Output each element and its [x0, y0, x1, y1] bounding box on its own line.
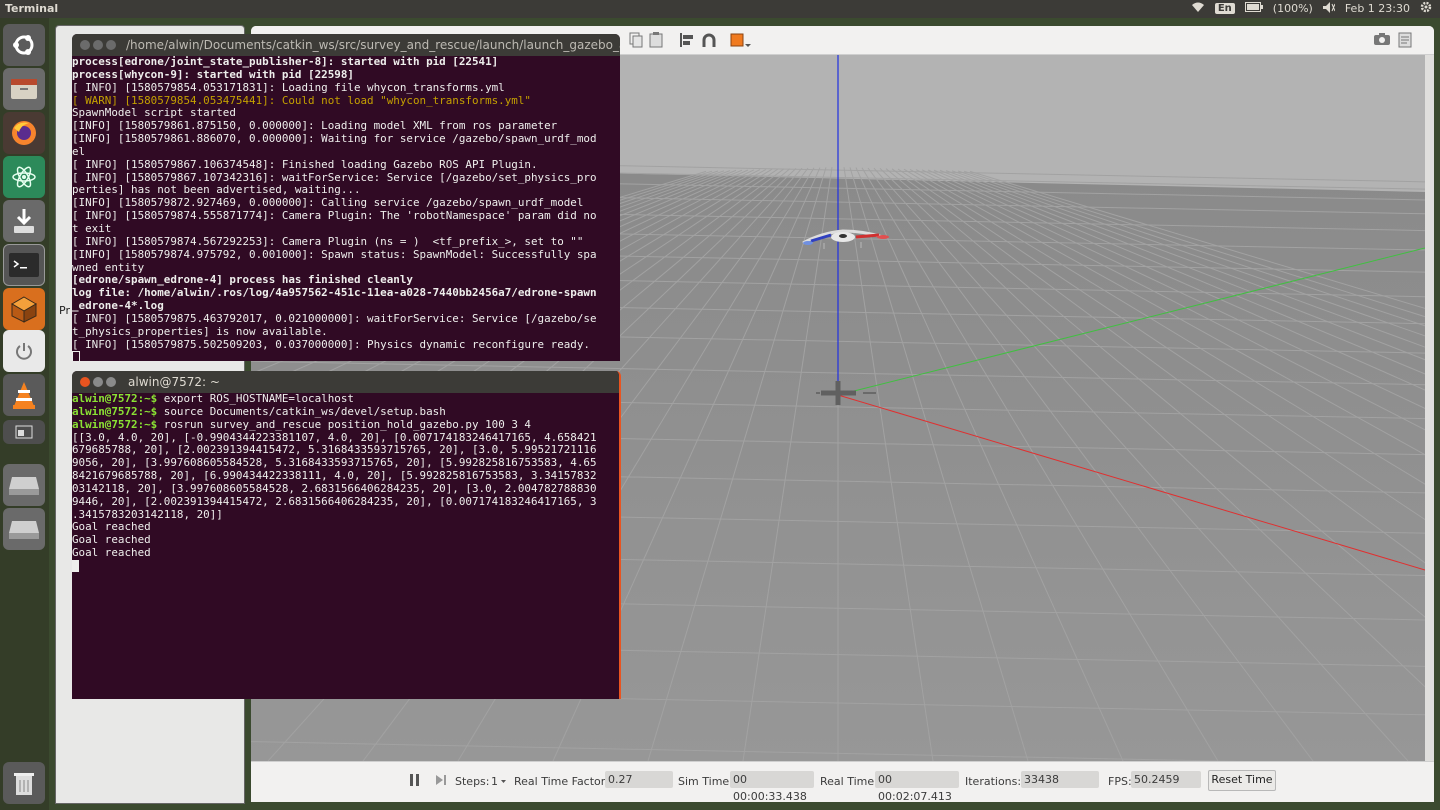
terminal-line: [ INFO] [1580579874.567292253]: Camera P…	[72, 234, 584, 248]
terminal-line: [ INFO] [1580579867.106374548]: Finished…	[72, 157, 538, 171]
shell-prompt: alwin@7572:~$	[72, 417, 158, 431]
volume-icon[interactable]	[1322, 1, 1336, 16]
steps-label: Steps:	[455, 775, 490, 788]
terminal-line: 03142118, 20], [3.997608605584528, 2.683…	[72, 481, 597, 495]
sim-time-value: 00 00:00:33.438	[730, 771, 814, 802]
reset-time-button[interactable]: Reset Time	[1208, 770, 1276, 791]
atom-icon[interactable]	[3, 156, 45, 198]
shell-prompt: alwin@7572:~$	[72, 404, 158, 418]
drive-icon[interactable]	[3, 464, 45, 506]
clock[interactable]: Feb 1 23:30	[1345, 2, 1410, 15]
terminal-titlebar[interactable]: /home/alwin/Documents/catkin_ws/src/surv…	[72, 34, 620, 56]
iterations-value: 33438	[1021, 771, 1099, 788]
terminal-line: 9446, 20], [2.002391394415472, 2.6831566…	[72, 494, 597, 508]
copy-icon[interactable]	[629, 32, 643, 52]
text-cursor	[72, 559, 79, 572]
terminal-title: alwin@7572: ~	[128, 375, 220, 389]
terminal-line: t exit	[72, 221, 112, 235]
steps-spinbox-arrow-icon[interactable]	[500, 773, 507, 788]
power-icon[interactable]	[3, 330, 45, 372]
battery-icon[interactable]	[1244, 2, 1263, 15]
real-time-label: Real Time:	[820, 775, 878, 788]
screenshot-camera-icon[interactable]	[1373, 32, 1391, 50]
terminal-line: [ INFO] [1580579875.463792017, 0.0210000…	[72, 311, 597, 325]
fps-value: 50.2459	[1131, 771, 1201, 788]
shell-command: export ROS_HOSTNAME=localhost	[157, 392, 354, 405]
command-line: alwin@7572:~$ rosrun survey_and_rescue p…	[72, 417, 597, 432]
record-log-icon[interactable]	[1397, 32, 1413, 52]
change-view-icon[interactable]	[729, 32, 751, 54]
active-app-title: Terminal	[5, 2, 59, 15]
battery-percentage: (100%)	[1272, 2, 1313, 15]
step-forward-icon[interactable]	[435, 774, 447, 789]
fps-label: FPS:	[1108, 775, 1132, 788]
workspace-icon[interactable]	[3, 420, 45, 444]
close-icon[interactable]	[80, 40, 90, 50]
terminal-line: t_physics_properties] is now available.	[72, 324, 328, 338]
maximize-icon[interactable]	[106, 40, 116, 50]
gazebo-status-bar: Steps: 1 Real Time Factor: 0.27 Sim Time…	[251, 761, 1434, 802]
text-cursor	[72, 351, 80, 361]
terminal-output[interactable]: alwin@7572:~$ export ROS_HOSTNAME=localh…	[72, 392, 597, 573]
launcher	[0, 18, 49, 810]
trash-icon[interactable]	[3, 762, 45, 804]
firefox-icon[interactable]	[3, 112, 45, 154]
shell-command: rosrun survey_and_rescue position_hold_g…	[157, 417, 531, 431]
terminal-output[interactable]: process[edrone/joint_state_publisher-8]:…	[72, 55, 597, 361]
rtf-value: 0.27	[605, 771, 673, 788]
installer-icon[interactable]	[3, 200, 45, 242]
terminal-line: Goal reached	[72, 546, 151, 560]
launch-terminal-window[interactable]: /home/alwin/Documents/catkin_ws/src/surv…	[72, 34, 620, 361]
system-tray: En (100%) Feb 1 23:30	[1191, 1, 1432, 16]
command-terminal-window[interactable]: alwin@7572: ~ alwin@7572:~$ export ROS_H…	[72, 371, 621, 699]
terminal-line: [ INFO] [1580579875.502509203, 0.0370000…	[72, 337, 590, 351]
terminal-title: /home/alwin/Documents/catkin_ws/src/surv…	[126, 38, 620, 52]
terminal-line: [INFO] [1580579874.975792, 0.001000]: Sp…	[72, 247, 597, 261]
shell-prompt: alwin@7572:~$	[72, 392, 158, 405]
steps-spinbox[interactable]: 1	[491, 775, 498, 788]
align-icon[interactable]	[679, 32, 695, 52]
maximize-icon[interactable]	[106, 377, 116, 387]
terminal-line: _edrone-4*.log	[72, 299, 164, 313]
top-panel: Terminal En (100%) Feb 1 23:30	[0, 0, 1440, 18]
rtf-label: Real Time Factor:	[514, 775, 609, 788]
background-window-label: Pr	[59, 304, 70, 317]
paste-icon[interactable]	[649, 32, 663, 52]
terminal-line: el	[72, 144, 86, 158]
terminal-line: process[whycon-9]: started with pid [225…	[72, 67, 354, 81]
pause-icon[interactable]	[409, 773, 421, 790]
terminal-titlebar[interactable]: alwin@7572: ~	[72, 371, 619, 393]
gazebo-icon[interactable]	[3, 288, 45, 330]
terminal-line: [ INFO] [1580579874.555871774]: Camera P…	[72, 209, 597, 223]
drive-icon[interactable]	[3, 508, 45, 550]
sim-time-label: Sim Time:	[678, 775, 733, 788]
real-time-value: 00 00:02:07.413	[875, 771, 959, 802]
minimize-icon[interactable]	[93, 377, 103, 387]
snap-icon[interactable]	[701, 32, 717, 52]
terminal-line: process[edrone/joint_state_publisher-8]:…	[72, 55, 499, 68]
vlc-icon[interactable]	[3, 374, 45, 416]
files-icon[interactable]	[3, 68, 45, 110]
viewport-scrollbar[interactable]	[1425, 55, 1434, 761]
ubuntu-dash-icon[interactable]	[3, 24, 45, 66]
close-icon[interactable]	[80, 377, 90, 387]
wifi-icon[interactable]	[1191, 2, 1205, 16]
settings-gear-icon[interactable]	[1420, 1, 1432, 16]
terminal-icon[interactable]	[3, 244, 45, 286]
terminal-line: 8421679685788, 20], [6.990434422338111, …	[72, 469, 597, 483]
terminal-line: [ INFO] [1580579854.053171831]: Loading …	[72, 80, 505, 94]
shell-command: source Documents/catkin_ws/devel/setup.b…	[157, 404, 446, 418]
iterations-label: Iterations:	[965, 775, 1022, 788]
keyboard-layout-indicator[interactable]: En	[1214, 3, 1235, 14]
terminal-line: [INFO] [1580579861.886070, 0.000000]: Wa…	[72, 132, 597, 146]
minimize-icon[interactable]	[93, 40, 103, 50]
